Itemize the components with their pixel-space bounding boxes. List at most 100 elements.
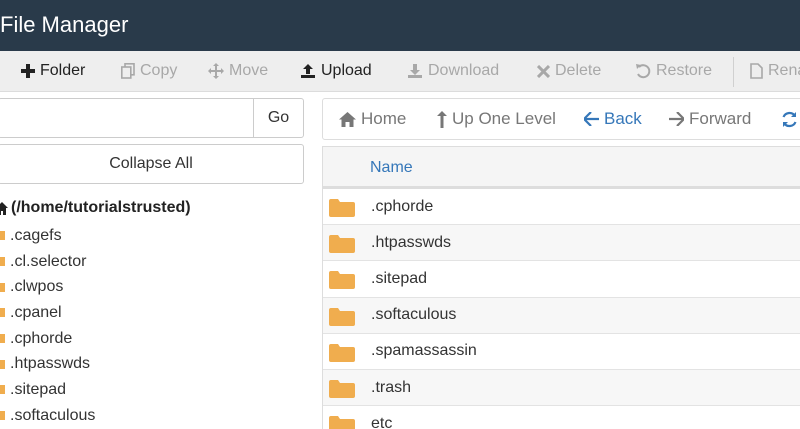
toolbar-divider xyxy=(733,57,734,87)
move-label: Move xyxy=(229,62,269,79)
folder-icon xyxy=(0,282,5,292)
file-name: etc xyxy=(371,414,393,429)
move-button[interactable]: Move xyxy=(208,51,268,91)
table-row[interactable]: .htpasswds xyxy=(323,225,800,262)
file-icon xyxy=(750,63,763,79)
folder-icon xyxy=(329,416,355,429)
home-button[interactable]: Home xyxy=(339,99,406,139)
file-name: .sitepad xyxy=(371,269,428,287)
tree-item-label: .sitepad xyxy=(10,380,67,398)
tree-item[interactable]: .clwpos xyxy=(0,274,316,300)
new-folder-button[interactable]: Folder xyxy=(21,51,85,91)
close-icon xyxy=(537,64,550,78)
tree-item-label: .clwpos xyxy=(10,278,64,296)
copy-icon xyxy=(121,63,135,79)
rename-button[interactable]: Rena xyxy=(750,51,800,91)
forward-button[interactable]: Forward xyxy=(669,99,751,139)
tree-item[interactable]: .softaculous xyxy=(0,403,316,429)
app-header: File Manager xyxy=(0,0,800,51)
refresh-icon xyxy=(782,111,797,127)
table-row[interactable]: .sitepad xyxy=(323,261,800,298)
tree-item-label: .htpasswds xyxy=(10,355,91,373)
up-one-level-label: Up One Level xyxy=(452,109,556,128)
file-name: .cphorde xyxy=(371,197,434,215)
folder-icon xyxy=(0,385,5,395)
tree-root[interactable]: (/home/tutorialstrusted) xyxy=(0,196,191,220)
new-folder-label: Folder xyxy=(40,62,86,79)
path-search-input[interactable] xyxy=(0,98,254,138)
table-body: .cphorde .htpasswds .sitepad .softaculou… xyxy=(323,189,800,429)
arrow-right-icon xyxy=(669,112,684,126)
collapse-all-button[interactable]: Collapse All xyxy=(0,144,304,184)
arrow-left-icon xyxy=(584,112,599,126)
tree-item-label: .cphorde xyxy=(10,329,73,347)
back-button[interactable]: Back xyxy=(584,99,642,139)
folder-icon xyxy=(0,411,5,421)
download-icon xyxy=(408,64,422,78)
folder-icon xyxy=(329,307,355,326)
tree-item[interactable]: .htpasswds xyxy=(0,351,316,377)
level-up-icon xyxy=(437,110,447,128)
file-table: Name .cphorde .htpasswds .sitepad .softa… xyxy=(322,146,800,429)
upload-icon xyxy=(301,64,315,78)
folder-icon xyxy=(0,257,5,267)
restore-label: Restore xyxy=(656,62,713,79)
download-button[interactable]: Download xyxy=(407,51,499,91)
go-button[interactable]: Go xyxy=(253,98,304,138)
delete-label: Delete xyxy=(555,62,602,79)
tree-item[interactable]: .cphorde xyxy=(0,326,316,352)
forward-label: Forward xyxy=(689,109,752,128)
folder-icon xyxy=(0,231,5,241)
tree-item[interactable]: .cagefs xyxy=(0,223,316,249)
file-name: .softaculous xyxy=(371,306,457,324)
folder-icon xyxy=(0,359,5,369)
folder-icon xyxy=(329,379,355,398)
table-row[interactable]: .softaculous xyxy=(323,297,800,334)
tree-item-label: .softaculous xyxy=(10,406,96,424)
tree-item[interactable]: .sitepad xyxy=(0,377,316,403)
table-row[interactable]: .trash xyxy=(323,369,800,407)
tree-item-label: .cagefs xyxy=(10,226,62,244)
folder-tree: .cagefs .cl.selector .clwpos .cpanel .cp… xyxy=(0,223,316,429)
copy-button[interactable]: Copy xyxy=(121,51,177,91)
delete-button[interactable]: Delete xyxy=(537,51,601,91)
folder-icon xyxy=(0,308,5,318)
name-column-header[interactable]: Name xyxy=(370,147,413,189)
table-header: Name xyxy=(323,147,800,189)
app-title: File Manager xyxy=(0,12,129,37)
restore-button[interactable]: Restore xyxy=(635,51,712,91)
file-name: .trash xyxy=(371,378,412,396)
download-label: Download xyxy=(428,62,500,79)
tree-item[interactable]: .cpanel xyxy=(0,300,316,326)
move-icon xyxy=(208,63,224,79)
up-one-level-button[interactable]: Up One Level xyxy=(437,99,556,139)
home-label: Home xyxy=(361,109,407,128)
navigation-bar: Home Up One Level Back Forward xyxy=(322,98,800,140)
folder-icon xyxy=(329,271,355,290)
home-icon xyxy=(339,111,356,127)
rename-label: Rena xyxy=(768,62,800,79)
file-name: .htpasswds xyxy=(371,233,452,251)
tree-root-label: (/home/tutorialstrusted) xyxy=(11,199,191,216)
reload-button[interactable] xyxy=(781,99,800,139)
table-row[interactable]: .spamassassin xyxy=(323,334,800,370)
table-row[interactable]: etc xyxy=(323,406,800,429)
home-icon xyxy=(0,201,8,215)
folder-icon xyxy=(329,343,355,362)
back-label: Back xyxy=(604,109,642,128)
plus-icon xyxy=(21,64,35,78)
file-pane: Home Up One Level Back Forward Name .cph… xyxy=(322,92,800,429)
sidebar: Go Collapse All (/home/tutorialstrusted)… xyxy=(0,92,316,429)
upload-button[interactable]: Upload xyxy=(300,51,372,91)
folder-icon xyxy=(329,235,355,254)
folder-icon xyxy=(329,199,355,217)
undo-icon xyxy=(636,64,651,79)
tree-item-label: .cpanel xyxy=(10,303,62,321)
copy-label: Copy xyxy=(140,62,178,79)
folder-icon xyxy=(0,334,5,344)
tree-item[interactable]: .cl.selector xyxy=(0,249,316,275)
upload-label: Upload xyxy=(321,62,372,79)
file-name: .spamassassin xyxy=(371,342,477,360)
table-row[interactable]: .cphorde xyxy=(323,189,800,226)
toolbar: Folder Copy Move Upload Download Delete … xyxy=(0,51,800,92)
